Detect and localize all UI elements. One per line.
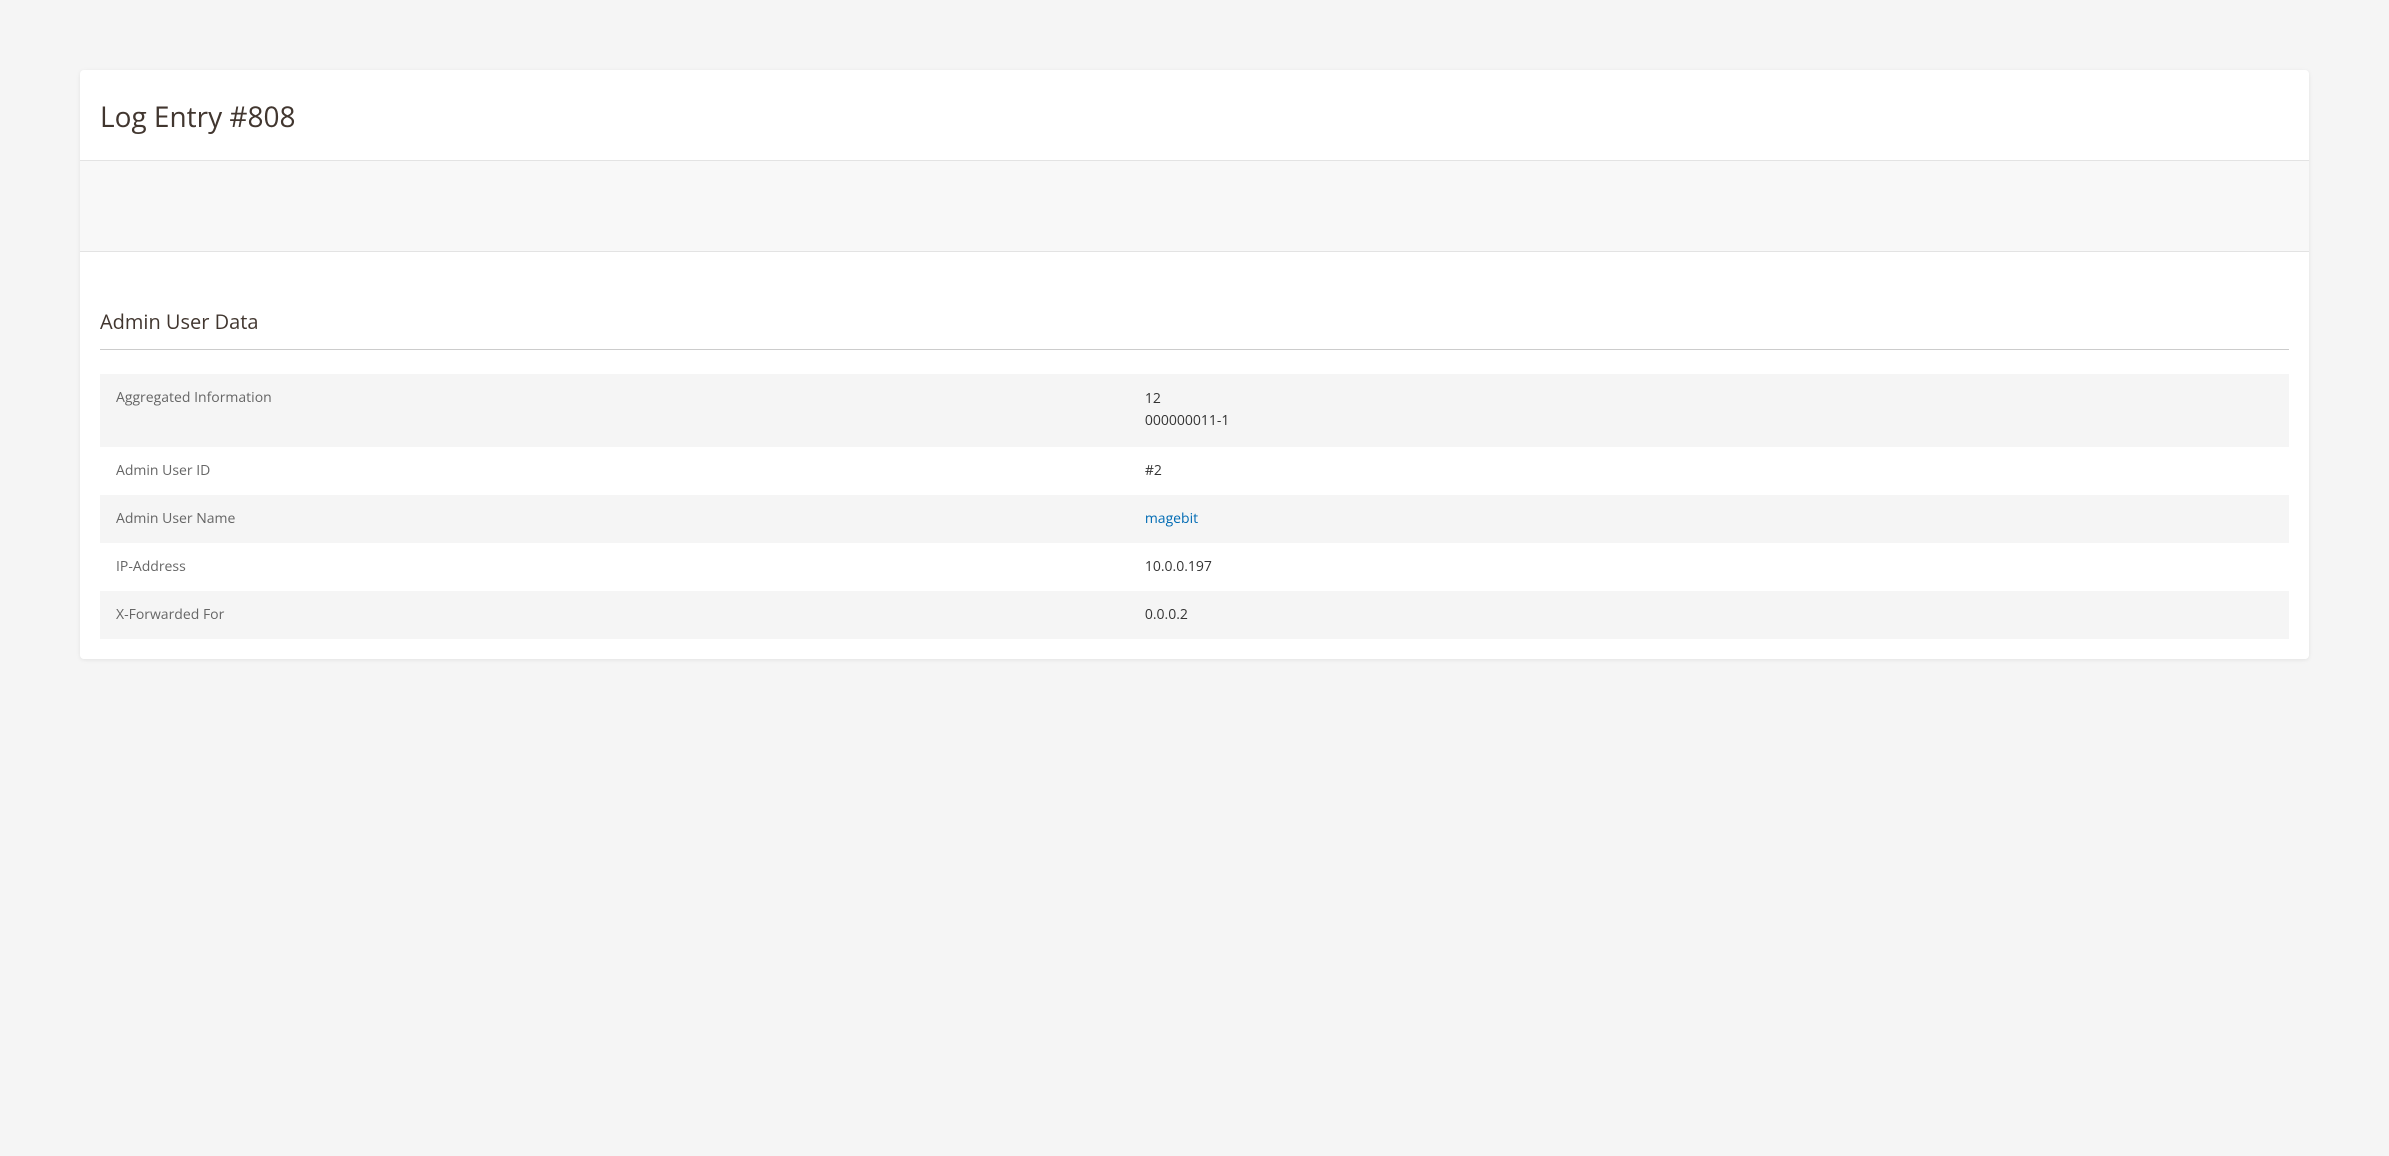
action-bar-placeholder — [80, 160, 2309, 252]
row-label-admin-user-name: Admin User Name — [100, 495, 1129, 543]
table-row: Admin User ID #2 — [100, 447, 2289, 495]
table-row: Aggregated Information 12 000000011-1 — [100, 374, 2289, 447]
table-row: X-Forwarded For 0.0.0.2 — [100, 591, 2289, 639]
row-value-aggregated: 12 000000011-1 — [1129, 374, 2289, 447]
table-row: Admin User Name magebit — [100, 495, 2289, 543]
admin-user-data-section: Admin User Data Aggregated Information 1… — [80, 252, 2309, 639]
page-title: Log Entry #808 — [80, 70, 2309, 160]
row-label-aggregated: Aggregated Information — [100, 374, 1129, 447]
admin-user-name-link[interactable]: magebit — [1145, 509, 1198, 528]
row-value-ip-address: 10.0.0.197 — [1129, 543, 2289, 591]
row-value-admin-user-name: magebit — [1129, 495, 2289, 543]
log-entry-card: Log Entry #808 Admin User Data Aggregate… — [80, 70, 2309, 659]
row-value-x-forwarded-for: 0.0.0.2 — [1129, 591, 2289, 639]
row-label-x-forwarded-for: X-Forwarded For — [100, 591, 1129, 639]
table-row: IP-Address 10.0.0.197 — [100, 543, 2289, 591]
section-title: Admin User Data — [100, 292, 2289, 350]
row-value-admin-user-id: #2 — [1129, 447, 2289, 495]
row-label-admin-user-id: Admin User ID — [100, 447, 1129, 495]
row-label-ip-address: IP-Address — [100, 543, 1129, 591]
admin-user-data-table: Aggregated Information 12 000000011-1 Ad… — [100, 374, 2289, 639]
